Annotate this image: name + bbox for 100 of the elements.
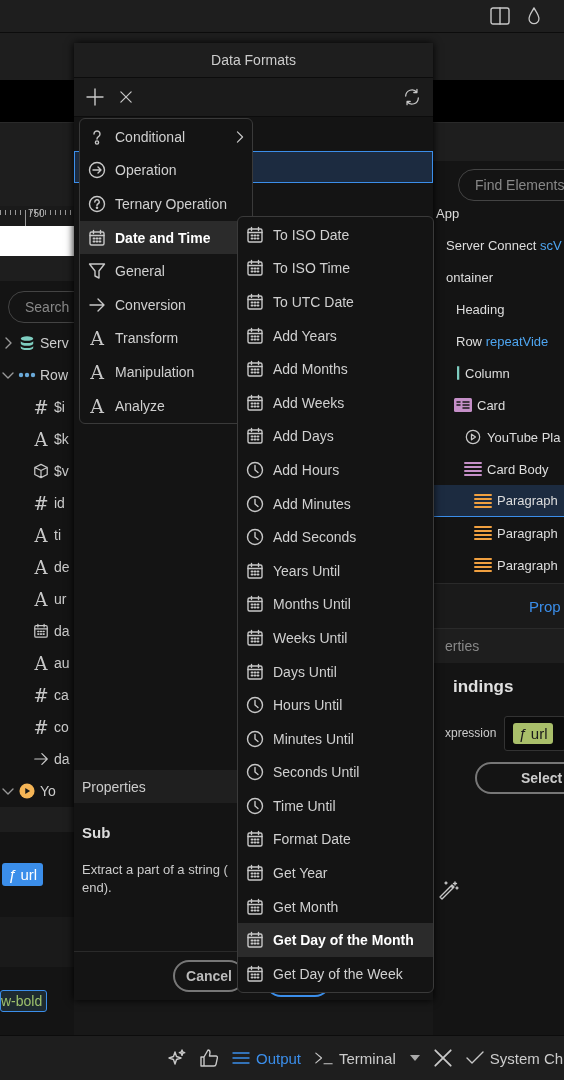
clock-icon — [246, 729, 264, 748]
menu-item[interactable]: Add Seconds — [238, 520, 433, 554]
tree-item[interactable]: Paragraph — [497, 557, 558, 573]
class-chip[interactable]: w-bold — [0, 990, 48, 1012]
menu-item[interactable]: Add Hours — [238, 453, 433, 487]
calendar-icon — [246, 259, 264, 278]
type-glyph: # — [32, 684, 50, 706]
menu-item[interactable]: Days Until — [238, 654, 433, 689]
menu-item[interactable]: Hours Until — [238, 688, 433, 722]
tree-item[interactable]: Paragraph — [497, 493, 558, 508]
tree-item[interactable]: Card Body — [487, 461, 549, 477]
tree-item[interactable]: $v — [54, 463, 69, 479]
calendar-icon — [246, 897, 264, 916]
calendar-icon — [246, 595, 264, 614]
panel-tab[interactable]: Output — [232, 1049, 302, 1067]
tree-item[interactable]: ontainer — [446, 269, 493, 285]
tree-item[interactable]: da — [54, 623, 70, 639]
menu-item[interactable]: Weeks Until — [238, 621, 433, 655]
tree-item[interactable]: Server Connect scV — [446, 237, 562, 253]
find-elements-field[interactable]: Find Elements — [458, 169, 564, 201]
tree-item[interactable]: id — [54, 495, 65, 511]
calendar-icon — [246, 561, 264, 580]
bindings-title: indings — [453, 677, 514, 697]
clock-icon — [246, 796, 264, 815]
tree-item[interactable]: au — [54, 655, 70, 671]
tree-item[interactable]: $k — [54, 431, 69, 447]
tree-row[interactable]: Paragraph — [433, 549, 564, 581]
sparkle-icon[interactable] — [168, 1049, 186, 1067]
tree-item[interactable]: ur — [54, 591, 67, 607]
tree-item[interactable]: App — [436, 205, 460, 221]
tree-item[interactable]: YouTube Pla — [487, 429, 561, 445]
menu-item[interactable]: Get Day of the Month — [238, 923, 433, 958]
panel-tab[interactable]: Terminal — [315, 1049, 396, 1067]
paragraph-lines-icon — [474, 525, 492, 541]
tree-item[interactable]: Yo — [40, 783, 56, 799]
expression-field[interactable]: ƒ url — [504, 715, 564, 751]
menu-item[interactable]: Conditional — [80, 120, 252, 154]
tree-item[interactable]: co — [54, 719, 69, 735]
calendar-icon — [246, 964, 264, 983]
menu-item[interactable]: Time Until — [238, 789, 433, 823]
select-button[interactable]: Select — [475, 762, 564, 794]
panel-tab[interactable]: System Ch — [465, 1049, 564, 1067]
type-glyph: A — [33, 428, 49, 450]
search-field[interactable]: Search — [8, 291, 74, 323]
menu-item[interactable]: Get Month — [238, 889, 433, 924]
menu-item[interactable]: Years Until — [238, 553, 433, 588]
tree-row[interactable]: Paragraph — [433, 517, 564, 549]
type-glyph: A — [33, 556, 49, 578]
field-label: xpression — [445, 726, 497, 740]
menu-item[interactable]: Months Until — [238, 587, 433, 622]
calendar-icon — [246, 864, 264, 883]
menu-item[interactable]: Ternary Operation — [80, 187, 252, 221]
calendar-icon — [246, 427, 264, 446]
menu-item[interactable]: Get Year — [238, 856, 433, 890]
calendar-icon — [246, 662, 264, 681]
type-glyph: A — [89, 394, 106, 417]
database-icon — [18, 335, 36, 351]
clock-icon — [246, 460, 264, 479]
menu-item[interactable]: Add Weeks — [238, 385, 433, 420]
tree-item[interactable]: ti — [54, 527, 61, 543]
tree-item[interactable]: $i — [54, 399, 65, 415]
menu-item[interactable]: Format Date — [238, 822, 433, 857]
tree-item[interactable]: Serv — [40, 335, 69, 351]
ruler-label: 750 — [28, 208, 45, 219]
menu-item[interactable]: Add Minutes — [238, 486, 433, 521]
tree-item[interactable]: Column — [465, 365, 510, 381]
add-icon[interactable] — [86, 88, 104, 106]
menu-item[interactable]: Add Days — [238, 419, 433, 454]
type-glyph: A — [89, 360, 106, 383]
magic-wand-icon[interactable] — [439, 881, 459, 901]
menu-item[interactable]: Minutes Until — [238, 721, 433, 756]
tree-item[interactable]: ca — [54, 687, 69, 703]
refresh-icon[interactable] — [403, 88, 421, 106]
arrow-circle-icon — [88, 161, 106, 180]
paragraph-lines-icon — [474, 492, 492, 509]
calendar-icon — [246, 628, 264, 647]
tree-item[interactable]: Row repeatVide — [456, 333, 549, 349]
menu-item[interactable]: Operation — [80, 153, 252, 188]
close-icon[interactable] — [120, 91, 132, 103]
menu-item[interactable]: Add Months — [238, 352, 433, 386]
column-bar-icon — [457, 364, 460, 382]
menu-item[interactable]: Seconds Until — [238, 755, 433, 790]
caret-down-icon[interactable] — [409, 1055, 420, 1061]
tree-item[interactable]: Row — [40, 367, 68, 383]
tree-item[interactable]: de — [54, 559, 70, 575]
format-name: Sub — [82, 823, 111, 841]
calendar-icon — [246, 293, 264, 311]
tree-item[interactable]: Paragraph — [497, 525, 558, 541]
card-icon — [454, 397, 472, 413]
calendar-icon — [246, 360, 264, 379]
properties-tab[interactable]: Prop — [529, 597, 561, 615]
tree-item[interactable]: Card — [477, 397, 506, 413]
calendar-icon — [246, 326, 264, 345]
close-icon[interactable] — [433, 1049, 452, 1067]
thumbs-up-icon[interactable] — [200, 1049, 218, 1067]
tree-item[interactable]: Heading — [456, 301, 505, 317]
split-view-icon[interactable] — [490, 7, 510, 25]
calendar-icon — [32, 623, 50, 639]
tree-item[interactable]: da — [54, 751, 70, 767]
tree-row[interactable]: Paragraph — [433, 485, 564, 517]
